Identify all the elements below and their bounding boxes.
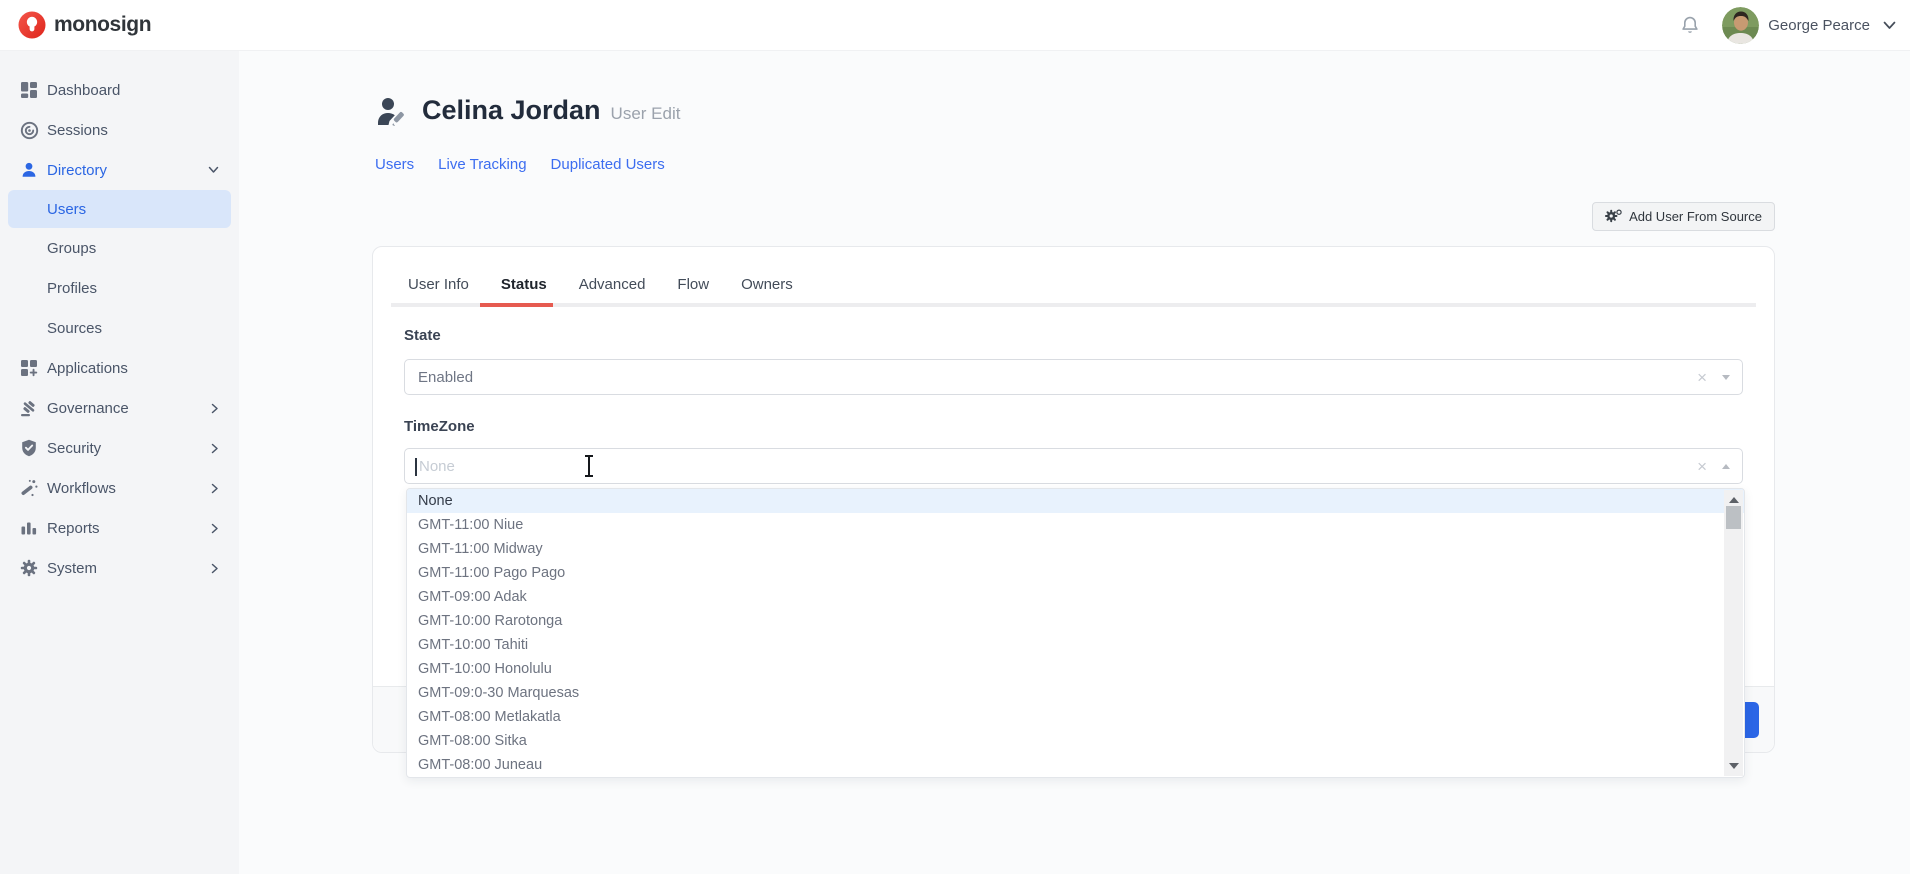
avatar[interactable] <box>1722 7 1759 44</box>
timezone-option[interactable]: None <box>407 489 1744 513</box>
timezone-option[interactable]: GMT-10:00 Rarotonga <box>407 609 1744 633</box>
tab-user-info[interactable]: User Info <box>398 267 479 301</box>
page-header: Celina Jordan User Edit <box>376 95 680 126</box>
sidebar-item-directory[interactable]: Directory <box>0 150 239 190</box>
reports-icon <box>20 519 47 537</box>
breadcrumb-links: Users Live Tracking Duplicated Users <box>375 156 665 173</box>
timezone-label: TimeZone <box>404 418 475 435</box>
gears-icon <box>1605 209 1622 224</box>
timezone-select[interactable]: × <box>404 448 1743 484</box>
timezone-option[interactable]: GMT-08:00 Sitka <box>407 729 1744 753</box>
security-icon <box>20 439 47 457</box>
sidebar-item-sources[interactable]: Sources <box>0 308 239 348</box>
chevron-down-icon[interactable] <box>1883 21 1896 30</box>
timezone-option[interactable]: GMT-09:0-30 Marquesas <box>407 681 1744 705</box>
card-tabs: User Info Status Advanced Flow Owners <box>398 267 803 301</box>
app-header: monosign George Pearce <box>0 0 1910 51</box>
tab-owners[interactable]: Owners <box>731 267 803 301</box>
chevron-right-icon <box>211 483 219 494</box>
timezone-option[interactable]: GMT-10:00 Honolulu <box>407 657 1744 681</box>
timezone-option[interactable]: GMT-10:00 Tahiti <box>407 633 1744 657</box>
tab-status[interactable]: Status <box>491 267 557 301</box>
link-live-tracking[interactable]: Live Tracking <box>438 156 526 173</box>
timezone-option[interactable]: GMT-08:00 Metlakatla <box>407 705 1744 729</box>
timezone-option[interactable]: GMT-09:00 Adak <box>407 585 1744 609</box>
tab-track <box>391 303 1756 307</box>
timezone-search-input[interactable] <box>405 449 1742 483</box>
sidebar-item-profiles[interactable]: Profiles <box>0 268 239 308</box>
clear-icon[interactable]: × <box>1697 458 1707 475</box>
sidebar-item-system[interactable]: System <box>0 548 239 588</box>
sidebar-item-reports[interactable]: Reports <box>0 508 239 548</box>
scroll-up-icon[interactable] <box>1729 497 1739 503</box>
user-menu-name[interactable]: George Pearce <box>1768 17 1870 34</box>
dashboard-icon <box>20 81 47 99</box>
sidebar-item-sessions[interactable]: Sessions <box>0 110 239 150</box>
scroll-down-icon[interactable] <box>1729 763 1739 769</box>
monosign-logo-icon <box>18 11 46 39</box>
workflows-icon <box>20 479 47 497</box>
tab-advanced[interactable]: Advanced <box>569 267 656 301</box>
timezone-option[interactable]: GMT-11:00 Niue <box>407 513 1744 537</box>
chevron-right-icon <box>211 443 219 454</box>
user-edit-icon <box>376 96 408 126</box>
timezone-dropdown: None GMT-11:00 Niue GMT-11:00 Midway GMT… <box>406 488 1745 778</box>
timezone-option[interactable]: GMT-11:00 Pago Pago <box>407 561 1744 585</box>
app-logo[interactable]: monosign <box>18 11 151 39</box>
sidebar-item-dashboard[interactable]: Dashboard <box>0 70 239 110</box>
tab-flow[interactable]: Flow <box>667 267 719 301</box>
sidebar: Dashboard Sessions Directory Users Group… <box>0 51 239 874</box>
link-users[interactable]: Users <box>375 156 414 173</box>
clear-icon[interactable]: × <box>1697 369 1707 386</box>
logo-text: monosign <box>54 13 151 37</box>
chevron-down-icon <box>208 166 219 174</box>
add-user-from-source-button[interactable]: Add User From Source <box>1592 202 1775 231</box>
dropdown-scrollbar[interactable] <box>1724 490 1743 776</box>
caret-up-icon[interactable] <box>1722 464 1730 469</box>
scrollbar-thumb[interactable] <box>1726 506 1741 529</box>
text-caret <box>415 458 417 476</box>
sidebar-item-security[interactable]: Security <box>0 428 239 468</box>
chevron-right-icon <box>211 403 219 414</box>
sidebar-item-users[interactable]: Users <box>8 190 231 228</box>
timezone-option[interactable]: GMT-11:00 Midway <box>407 537 1744 561</box>
main-content: Celina Jordan User Edit Users Live Track… <box>239 51 1910 874</box>
bell-icon[interactable] <box>1680 15 1700 35</box>
system-icon <box>20 559 47 577</box>
sidebar-item-groups[interactable]: Groups <box>0 228 239 268</box>
timezone-option[interactable]: GMT-08:00 Juneau <box>407 753 1744 777</box>
link-duplicated-users[interactable]: Duplicated Users <box>551 156 665 173</box>
sidebar-item-applications[interactable]: Applications <box>0 348 239 388</box>
state-value: Enabled <box>418 369 473 386</box>
directory-icon <box>20 161 47 179</box>
chevron-right-icon <box>211 563 219 574</box>
state-select[interactable]: Enabled × <box>404 359 1743 395</box>
state-label: State <box>404 327 441 344</box>
sidebar-item-workflows[interactable]: Workflows <box>0 468 239 508</box>
sidebar-item-governance[interactable]: Governance <box>0 388 239 428</box>
active-tab-indicator <box>480 303 553 307</box>
chevron-right-icon <box>211 523 219 534</box>
governance-icon <box>20 399 47 417</box>
page-title: Celina Jordan <box>422 95 601 126</box>
page-subtitle: User Edit <box>611 98 681 124</box>
applications-icon <box>20 359 47 377</box>
caret-down-icon[interactable] <box>1722 375 1730 380</box>
sessions-icon <box>20 121 47 140</box>
